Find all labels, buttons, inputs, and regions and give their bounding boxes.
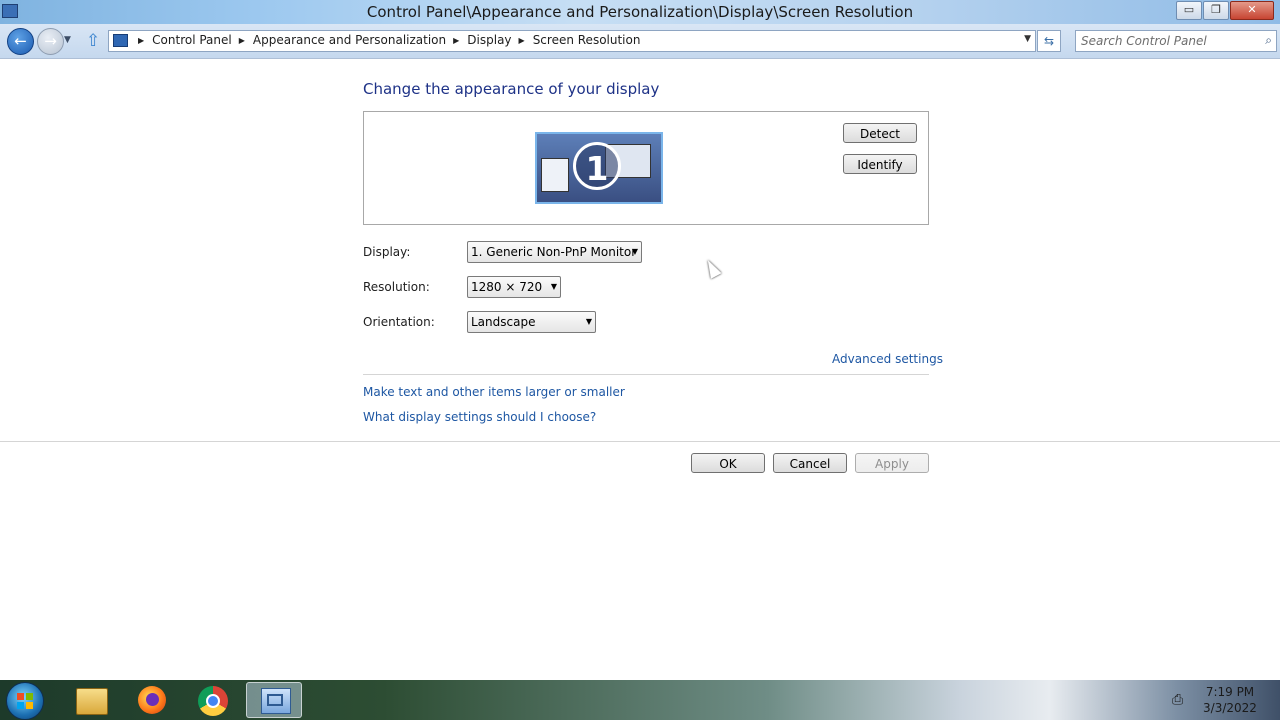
windows-logo-icon — [17, 693, 33, 709]
help-link[interactable]: What display settings should I choose? — [363, 410, 596, 424]
display-select-value: 1. Generic Non-PnP Monitor — [471, 245, 637, 259]
breadcrumb-control-panel[interactable]: Control Panel — [152, 33, 232, 47]
monitor-number: 1 — [573, 142, 621, 190]
back-button[interactable]: ← — [7, 28, 34, 55]
mouse-cursor-icon — [702, 257, 722, 279]
breadcrumb-display[interactable]: Display — [467, 33, 511, 47]
taskbar-control-panel[interactable] — [246, 682, 302, 718]
chevron-down-icon: ▼ — [550, 282, 557, 291]
forward-button[interactable]: → — [37, 28, 64, 55]
divider — [363, 374, 929, 375]
cancel-button[interactable]: Cancel — [773, 453, 847, 473]
breadcrumb-screen-resolution[interactable]: Screen Resolution — [533, 33, 641, 47]
refresh-button[interactable]: ⇆ — [1037, 30, 1061, 52]
chevron-right-icon[interactable]: ▶ — [519, 36, 525, 45]
clock-date: 3/3/2022 — [1203, 701, 1257, 715]
chevron-down-icon: ▼ — [631, 247, 638, 256]
taskbar-file-explorer[interactable] — [60, 682, 116, 718]
window-thumbnail — [541, 158, 569, 192]
maximize-button[interactable]: ❐ — [1203, 1, 1229, 20]
close-button[interactable]: ✕ — [1230, 1, 1274, 20]
start-button[interactable] — [6, 682, 44, 720]
window-controls: ▭ ❐ ✕ — [1175, 1, 1274, 20]
detect-button[interactable]: Detect — [843, 123, 917, 143]
control-panel-icon — [261, 688, 291, 714]
system-clock[interactable]: 7:19 PM 3/3/2022 — [1200, 684, 1260, 716]
breadcrumb-appearance-personalization[interactable]: Appearance and Personalization — [253, 33, 446, 47]
resolution-select-value: 1280 × 720 — [471, 280, 543, 294]
orientation-label: Orientation: — [363, 315, 435, 329]
identify-button[interactable]: Identify — [843, 154, 917, 174]
chevron-right-icon[interactable]: ▶ — [138, 36, 144, 45]
resolution-label: Resolution: — [363, 280, 430, 294]
display-label: Display: — [363, 245, 411, 259]
network-icon[interactable]: ⎙ — [1172, 692, 1183, 708]
breadcrumb: ▶ Control Panel ▶ Appearance and Persona… — [131, 33, 640, 47]
advanced-settings-link[interactable]: Advanced settings — [832, 352, 943, 366]
window-title: Control Panel\Appearance and Personaliza… — [366, 3, 914, 21]
display-select[interactable]: 1. Generic Non-PnP Monitor ▼ — [467, 241, 642, 263]
clock-time: 7:19 PM — [1205, 685, 1255, 699]
search-box[interactable]: ⌕ — [1075, 30, 1277, 52]
resolution-select[interactable]: 1280 × 720 ▼ — [467, 276, 561, 298]
divider — [0, 441, 1280, 442]
chevron-right-icon[interactable]: ▶ — [239, 36, 245, 45]
taskbar-chrome[interactable] — [184, 682, 240, 718]
navigation-bar: ← → ▼ ⇧ ▶ Control Panel ▶ Appearance and… — [0, 24, 1280, 59]
orientation-select[interactable]: Landscape ▼ — [467, 311, 596, 333]
address-bar[interactable]: ▶ Control Panel ▶ Appearance and Persona… — [108, 30, 1036, 52]
recent-pages-button[interactable]: ▼ — [64, 35, 71, 45]
chevron-down-icon[interactable]: ▼ — [1024, 34, 1031, 44]
firefox-icon — [138, 686, 166, 714]
taskbar-firefox[interactable] — [122, 682, 178, 718]
search-icon[interactable]: ⌕ — [1265, 33, 1272, 48]
title-bar: Control Panel\Appearance and Personaliza… — [0, 0, 1280, 24]
monitor-1[interactable]: 1 — [535, 132, 663, 204]
minimize-button[interactable]: ▭ — [1176, 1, 1202, 20]
chevron-down-icon: ▼ — [585, 317, 592, 326]
apply-button[interactable]: Apply — [855, 453, 929, 473]
orientation-select-value: Landscape — [471, 315, 536, 329]
ok-button[interactable]: OK — [691, 453, 765, 473]
monitor-arrangement-panel: 1 Detect Identify — [363, 111, 929, 225]
chrome-icon — [198, 686, 228, 716]
folder-icon — [76, 688, 108, 715]
chevron-right-icon[interactable]: ▶ — [453, 36, 459, 45]
control-panel-icon — [113, 34, 128, 47]
text-size-link[interactable]: Make text and other items larger or smal… — [363, 385, 625, 399]
search-input[interactable] — [1081, 33, 1251, 48]
up-level-button[interactable]: ⇧ — [86, 31, 100, 51]
page-title: Change the appearance of your display — [363, 80, 660, 98]
